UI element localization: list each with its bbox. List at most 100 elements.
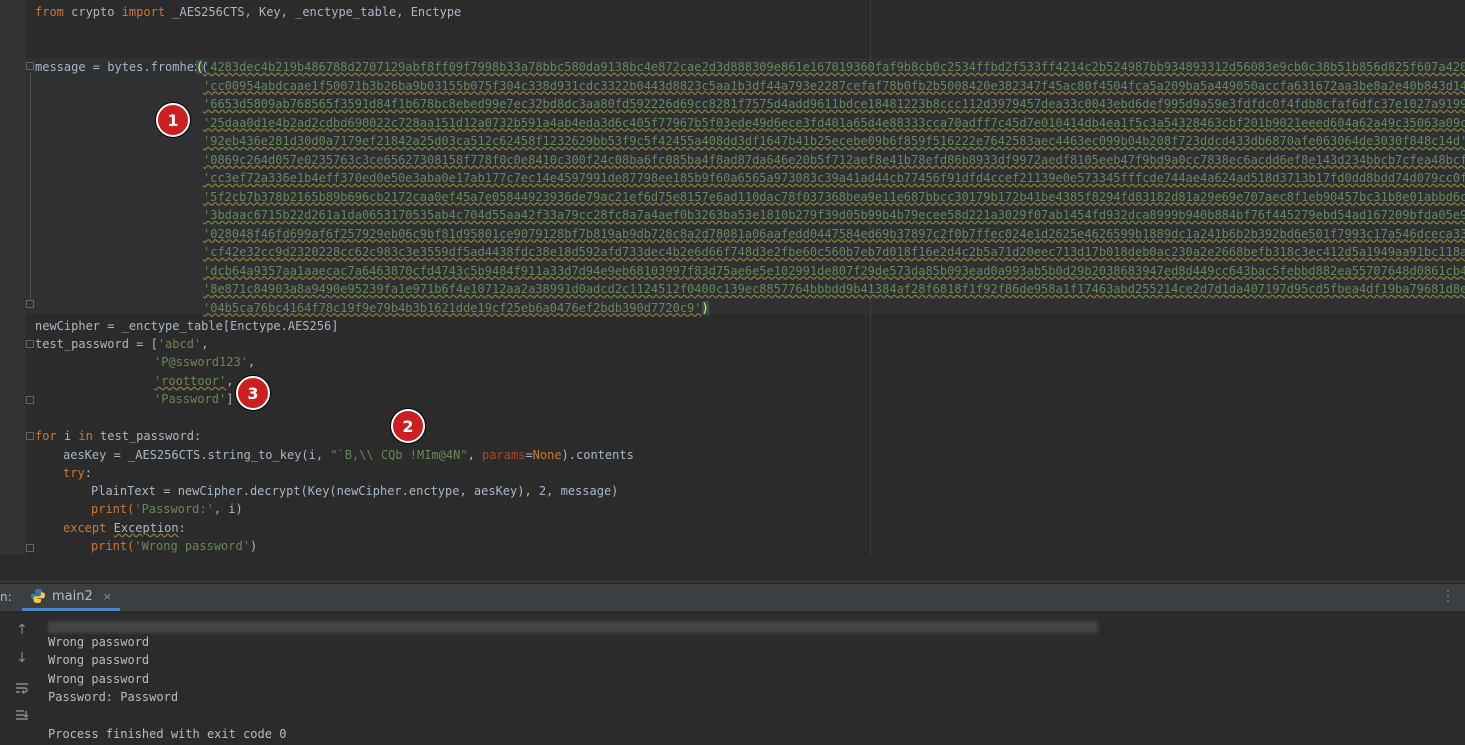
hex-string-line[interactable]: '0869c264d057e0235763c3ce65627308158f778… <box>203 151 1465 169</box>
fold-guide <box>30 72 31 300</box>
code-text: : <box>178 521 186 535</box>
keyword: import <box>121 5 166 19</box>
string-literal: 'cc3ef72a336e1b4eff370ed0e50e3aba0e17ab1… <box>203 171 1465 185</box>
print-password-line[interactable]: print('Password:', i) <box>91 500 243 518</box>
editor-gutter <box>0 0 26 555</box>
run-tab-title: main2 <box>52 588 93 604</box>
hex-string-line[interactable]: '8e871c84903a8a9490e95239fa1e971b6f4e107… <box>203 280 1465 298</box>
code-text: i <box>56 429 79 443</box>
string-literal: '6653d5809ab768565f3591d84f1b678bc8ebed9… <box>203 97 1465 111</box>
close-paren: ) <box>701 300 709 315</box>
hex-string-line[interactable]: '04b5ca76bc4164f78c19f9e79b4b3b1621dde19… <box>203 299 702 317</box>
redacted-command-line <box>48 621 1098 633</box>
hex-string-line[interactable]: 'cf42e32cc9d2320228cc62c983c3e3559df5ad4… <box>203 243 1465 261</box>
hex-string-line[interactable]: '92eb436e281d30d0a7179ef21842a25d03ca512… <box>203 132 1465 150</box>
annotation-badge-2: 2 <box>391 409 425 443</box>
string-literal: '5f2cb7b378b2165b89b696cb2172caa0ef45a7e… <box>203 189 1465 204</box>
hex-string-line[interactable]: '4283dec4b219b486788d2707129abf8ff09f799… <box>203 58 1465 76</box>
console-line: Wrong password <box>48 635 150 649</box>
code-text: : <box>84 466 92 480</box>
keyword: except <box>63 521 107 535</box>
keyword: None <box>532 448 562 462</box>
hex-string-line[interactable]: 'dcb64a9357aa1aaecac7a6463870cfd4743c5b9… <box>203 262 1465 280</box>
import-line[interactable]: from crypto import _AES256CTS, Key, _enc… <box>35 3 461 21</box>
param-name: params <box>482 448 526 462</box>
hex-string-line[interactable]: '25daa0d1e4b2ad2cdbd690022c728aa151d12a0… <box>203 114 1465 132</box>
panel-divider[interactable] <box>0 581 1465 582</box>
password-item[interactable]: 'Password'] <box>154 390 233 408</box>
string-literal: 'P@ssword123' <box>154 355 248 369</box>
code-text: newCipher = _enctype_table[Enctype.AES25… <box>35 319 339 333</box>
string-literal: 'Wrong password' <box>134 539 250 553</box>
code-text: test_password: <box>92 429 202 443</box>
hex-string-line[interactable]: '028048f46fd699af6f257929eb06c9bf81d9580… <box>203 225 1465 243</box>
fold-marker[interactable] <box>26 300 34 308</box>
string-literal: '028048f46fd699af6f257929eb06c9bf81d9580… <box>203 226 1465 241</box>
console-line: Wrong password <box>48 653 150 668</box>
hex-string-line[interactable]: '5f2cb7b378b2165b89b696cb2172caa0ef45a7e… <box>203 188 1465 206</box>
hex-string-line[interactable]: '3bdaac6715b22d261a1da0653170535ab4c704d… <box>203 206 1465 224</box>
keyword: from <box>35 5 64 19</box>
hex-string-line[interactable]: 'cc3ef72a336e1b4eff370ed0e50e3aba0e17ab1… <box>203 169 1465 187</box>
except-line[interactable]: except Exception: <box>63 519 186 537</box>
string-literal: 'dcb64a9357aa1aaecac7a6463870cfd4743c5b9… <box>203 263 1465 278</box>
fold-marker[interactable] <box>26 340 34 348</box>
code-text: ) <box>249 539 258 553</box>
password-item[interactable]: 'P@ssword123', <box>154 353 255 371</box>
run-label: n: <box>0 590 12 604</box>
string-literal: '04b5ca76bc4164f78c19f9e79b4b3b1621dde19… <box>203 300 702 315</box>
code-text: , i) <box>213 502 243 516</box>
password-item[interactable]: 'roottoor', <box>154 372 233 390</box>
fold-marker[interactable] <box>26 396 34 404</box>
string-literal: '4283dec4b219b486788d2707129abf8ff09f799… <box>203 60 1465 74</box>
fold-marker[interactable] <box>26 544 34 552</box>
more-options-icon[interactable]: ⋮ <box>1441 588 1455 604</box>
print-wrong-line[interactable]: print('Wrong password') <box>91 537 257 555</box>
hex-string-line[interactable]: 'cc00954abdcaae1f50071b3b26ba9b03155b075… <box>203 77 1465 95</box>
string-literal: 'abcd' <box>157 337 202 351</box>
code-editor[interactable]: from crypto import _AES256CTS, Key, _enc… <box>0 0 1465 555</box>
aeskey-line[interactable]: aesKey = _AES256CTS.string_to_key(i, "`B… <box>63 446 634 464</box>
scroll-to-end-icon[interactable] <box>8 705 36 727</box>
code-text: test_password = [ <box>35 337 158 351</box>
code-text: , <box>467 448 483 462</box>
run-tab-main2[interactable]: main2 × <box>22 584 120 611</box>
test-password-line[interactable]: test_password = ['abcd', <box>35 335 208 353</box>
console-line: Password: Password <box>48 689 179 704</box>
string-literal: 'cc00954abdcaae1f50071b3b26ba9b03155b075… <box>203 78 1465 93</box>
builtin-function: print( <box>91 539 135 553</box>
fold-marker[interactable] <box>26 62 34 70</box>
console-line: Process finished with exit code 0 <box>48 726 287 741</box>
fold-marker[interactable] <box>26 432 34 440</box>
keyword: for <box>35 429 57 443</box>
string-literal: "`B,\\ CQb !MIm@4N" <box>330 448 468 462</box>
keyword: in <box>78 429 93 443</box>
close-icon[interactable]: × <box>103 590 112 603</box>
arrow-down-icon[interactable]: ↓ <box>8 647 36 669</box>
string-literal: '92eb436e281d30d0a7179ef21842a25d03ca512… <box>203 134 1465 148</box>
string-literal: 'cf42e32cc9d2320228cc62c983c3e3559df5ad4… <box>203 245 1465 259</box>
hex-string-line[interactable]: '6653d5809ab768565f3591d84f1b678bc8ebed9… <box>203 95 1465 113</box>
code-text: message = bytes.fromhex( <box>35 60 209 74</box>
python-file-icon <box>31 589 45 603</box>
string-literal: 'Password' <box>154 392 227 406</box>
keyword: try <box>63 466 85 480</box>
decrypt-line[interactable]: PlainText = newCipher.decrypt(Key(newCip… <box>91 482 618 500</box>
string-literal: 'roottoor' <box>154 374 227 388</box>
module-name: crypto <box>63 5 122 19</box>
message-line[interactable]: message = bytes.fromhex( <box>35 58 208 76</box>
import-names: _AES256CTS, Key, _enctype_table, Enctype <box>165 5 462 19</box>
exception-class: Exception <box>113 521 179 535</box>
string-literal: '8e871c84903a8a9490e95239fa1e971b6f4e107… <box>203 282 1465 296</box>
for-line[interactable]: for i in test_password: <box>35 427 201 445</box>
builtin-function: print( <box>91 502 135 516</box>
code-text: = <box>525 448 533 462</box>
string-literal: '25daa0d1e4b2ad2cdbd690022c728aa151d12a0… <box>203 115 1465 130</box>
annotation-badge-3: 3 <box>236 376 270 410</box>
soft-wrap-icon[interactable] <box>8 677 36 699</box>
try-line[interactable]: try: <box>63 464 92 482</box>
cipher-line[interactable]: newCipher = _enctype_table[Enctype.AES25… <box>35 317 338 335</box>
code-text: aesKey = _AES256CTS.string_to_key(i, <box>63 448 331 462</box>
arrow-up-icon[interactable]: ↑ <box>8 619 36 641</box>
